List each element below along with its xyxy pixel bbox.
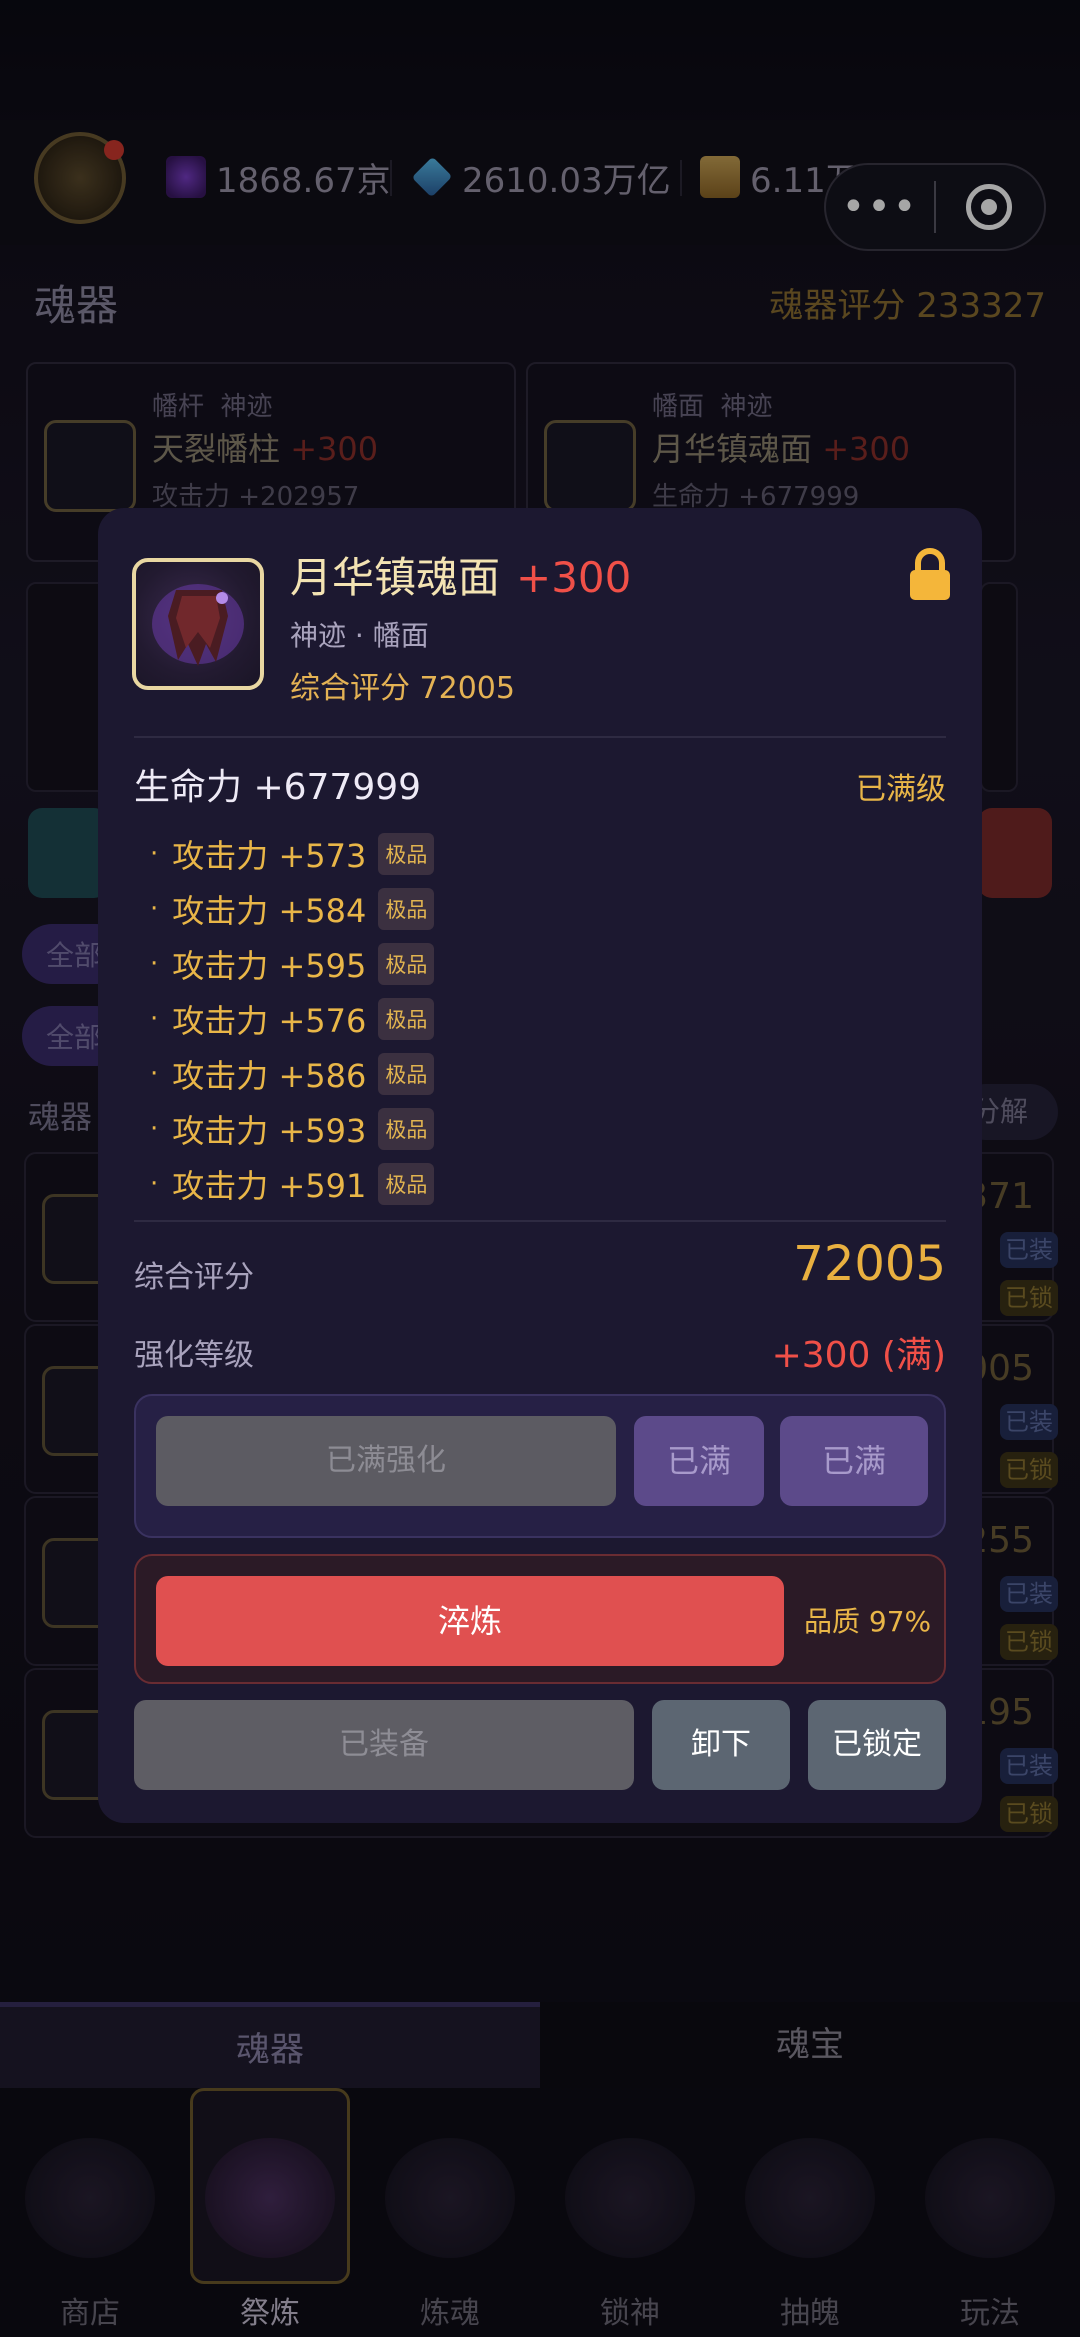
quality-badge: 极品 [378, 1162, 435, 1205]
quality-badge: 极品 [378, 832, 435, 875]
substat-list: · 攻击力 +573 极品 · 攻击力 +584 极品 · 攻击力 +595 极品 · 攻击力… [150, 826, 435, 1211]
full-button-1[interactable]: 已满 [634, 1416, 764, 1506]
quality-badge: 极品 [378, 997, 435, 1040]
enhance-panel: 已满强化 已满 已满 [134, 1394, 946, 1538]
substat-row: · 攻击力 +576 极品 [150, 991, 435, 1046]
item-score-line: 综合评分 72005 [290, 671, 515, 706]
substat-text: 攻击力 +591 [172, 1166, 367, 1205]
quality-badge: 极品 [378, 887, 435, 930]
divider [134, 1220, 946, 1222]
max-enhance-button[interactable]: 已满强化 [156, 1416, 616, 1506]
substat-text: 攻击力 +593 [172, 1111, 367, 1150]
substat-text: 攻击力 +576 [172, 1001, 367, 1040]
substat-row: · 攻击力 +593 极品 [150, 1101, 435, 1156]
equipped-button[interactable]: 已装备 [134, 1700, 634, 1790]
substat-text: 攻击力 +595 [172, 946, 367, 985]
lock-icon[interactable] [908, 548, 952, 602]
substat-row: · 攻击力 +595 极品 [150, 936, 435, 991]
main-stat: 生命力 +677999 [134, 767, 422, 808]
quality-badge: 极品 [378, 942, 435, 985]
item-subtitle: 神迹 · 幡面 [290, 619, 429, 652]
item-plus: +300 [516, 553, 632, 602]
substat-text: 攻击力 +586 [172, 1056, 367, 1095]
substat-row: · 攻击力 +591 极品 [150, 1156, 435, 1211]
substat-text: 攻击力 +584 [172, 891, 367, 930]
score-label: 综合评分 [134, 1260, 254, 1295]
item-name: 月华镇魂面 +300 [290, 544, 631, 605]
max-level-label: 已满级 [856, 772, 946, 807]
refine-panel: 淬炼 品质 97% [134, 1554, 946, 1684]
substat-row: · 攻击力 +573 极品 [150, 826, 435, 881]
banner-face-item-icon [132, 558, 264, 690]
divider [134, 736, 946, 738]
quality-badge: 极品 [378, 1107, 435, 1150]
quality-label: 品质 97% [804, 1605, 932, 1638]
substat-row: · 攻击力 +584 极品 [150, 881, 435, 936]
level-label: 强化等级 [134, 1338, 254, 1373]
score-value: 72005 [793, 1236, 946, 1292]
locked-button[interactable]: 已锁定 [808, 1700, 946, 1790]
full-button-2[interactable]: 已满 [780, 1416, 928, 1506]
refine-button[interactable]: 淬炼 [156, 1576, 784, 1666]
substat-text: 攻击力 +573 [172, 836, 367, 875]
quality-badge: 极品 [378, 1052, 435, 1095]
level-value: +300 (满) [771, 1335, 946, 1376]
unequip-button[interactable]: 卸下 [652, 1700, 790, 1790]
item-detail-modal: 月华镇魂面 +300 神迹 · 幡面 综合评分 72005 生命力 +677999… [98, 508, 982, 1823]
substat-row: · 攻击力 +586 极品 [150, 1046, 435, 1101]
item-name-text: 月华镇魂面 [290, 553, 501, 602]
